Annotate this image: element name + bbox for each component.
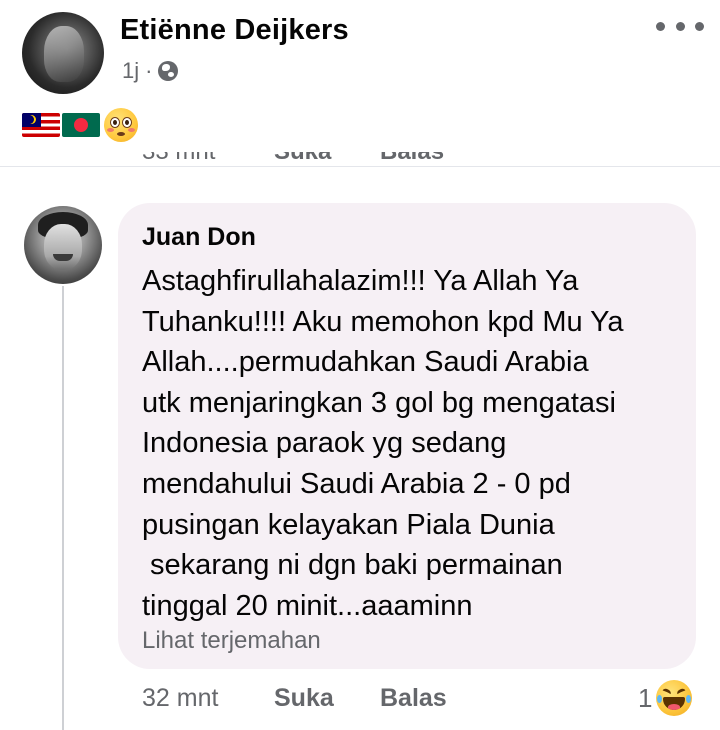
reaction-summary[interactable]: 1 (638, 680, 693, 716)
author-name[interactable]: Etiënne Deijkers (120, 14, 349, 47)
commenter-avatar[interactable] (24, 206, 102, 284)
author-avatar[interactable] (22, 12, 104, 94)
flag-malaysia-icon (22, 113, 60, 137)
thread-line (62, 286, 64, 730)
post-time[interactable]: 1j (122, 58, 139, 84)
more-options-icon[interactable] (656, 14, 704, 38)
meta-separator: · (145, 58, 153, 83)
previous-comment-time: 33 mnt (142, 152, 215, 166)
haha-icon (656, 680, 693, 716)
comment-line: Astaghfirullahalazim!!! Ya Allah Ya (142, 265, 579, 297)
comment-line: mendahului Saudi Arabia 2 - 0 pd (142, 467, 571, 500)
post-meta: 1j · (122, 58, 179, 84)
post-header: Etiënne Deijkers 1j · (0, 0, 720, 166)
comment-author[interactable]: Juan Don (142, 223, 256, 252)
comment-line: Tuhanku!!!! Aku memohon kpd Mu Ya (142, 305, 624, 338)
reply-button[interactable]: Balas (380, 684, 447, 713)
globe-icon (158, 61, 179, 81)
comment-line: Allah....permudahkan Saudi Arabia (142, 346, 589, 379)
comment-bubble: Juan Don Astaghfirullahalazim!!! Ya Alla… (118, 203, 696, 669)
previous-comment-actions: 33 mnt Suka Balas (0, 152, 720, 174)
previous-like-button[interactable]: Suka (274, 152, 331, 166)
comment-line: sekarang ni dgn baki permainan (142, 549, 563, 582)
comment-line: pusingan kelayakan Piala Dunia (142, 508, 555, 541)
post-content (22, 108, 138, 142)
previous-reply-button[interactable]: Balas (380, 152, 444, 166)
like-button[interactable]: Suka (274, 684, 334, 713)
see-translation-link[interactable]: Lihat terjemahan (142, 627, 321, 655)
divider (0, 166, 720, 167)
comment-line: utk menjaringkan 3 gol bg mengatasi (142, 386, 616, 419)
flag-bangladesh-icon (62, 113, 100, 137)
flushed-face-icon (104, 108, 138, 142)
comment-time[interactable]: 32 mnt (142, 684, 218, 713)
comment-text: Astaghfirullahalazim!!! Ya Allah Ya Tuha… (142, 261, 682, 626)
reaction-count: 1 (638, 682, 653, 713)
comment-line: Indonesia paraok yg sedang (142, 427, 507, 460)
comment-line: tinggal 20 minit...aaaminn (142, 589, 473, 622)
